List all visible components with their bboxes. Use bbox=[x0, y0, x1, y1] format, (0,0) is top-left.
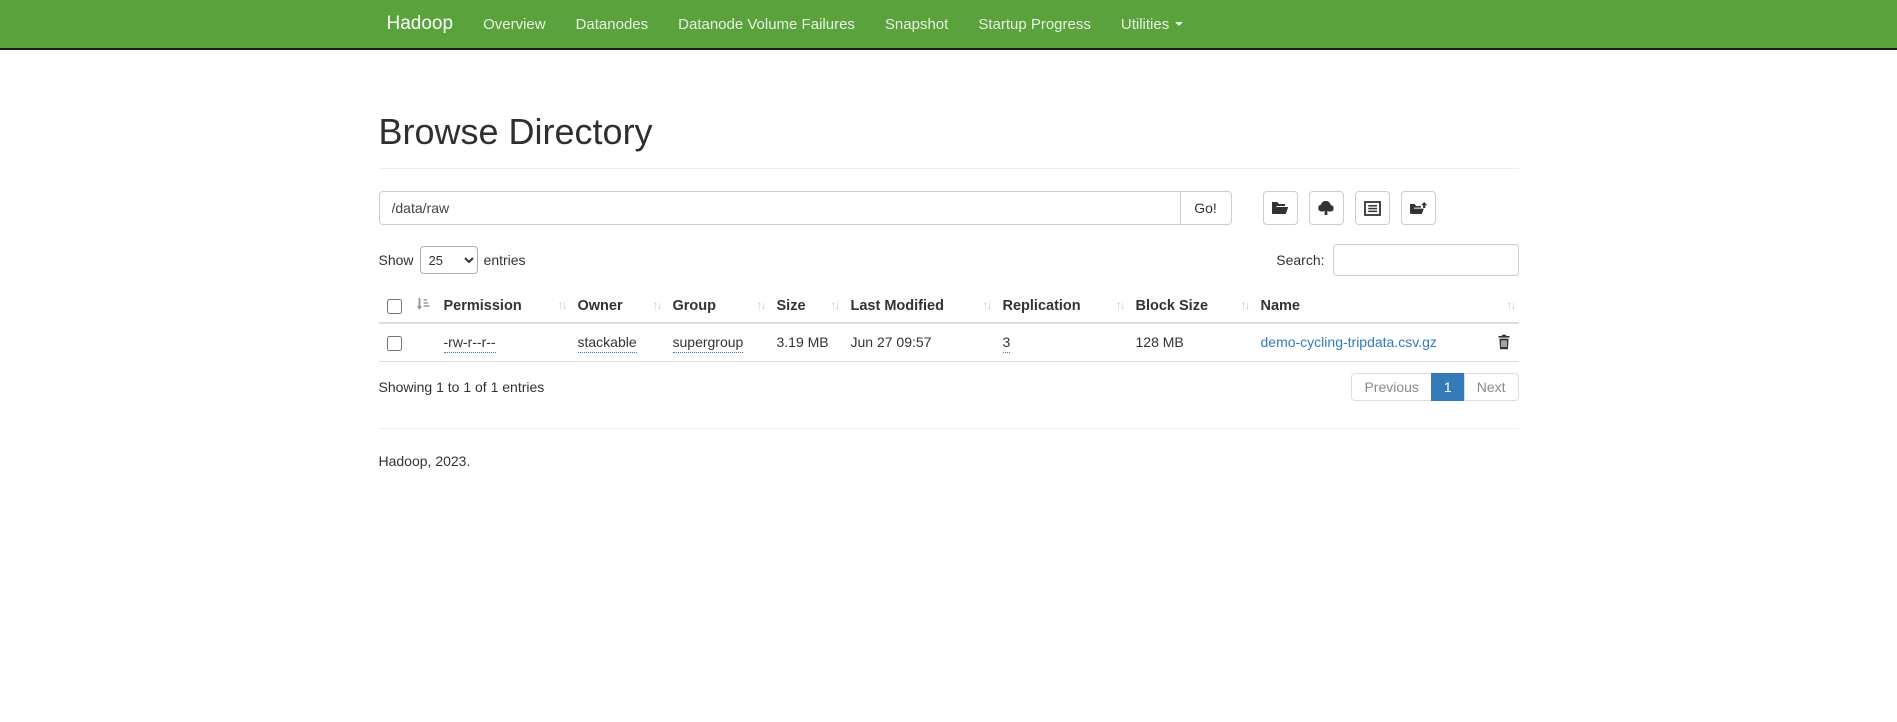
directory-path-group: Go! bbox=[379, 191, 1232, 225]
row-group-cell: supergroup bbox=[665, 323, 769, 361]
header-replication[interactable]: Replication bbox=[995, 290, 1128, 323]
entries-label: entries bbox=[484, 252, 526, 268]
nav-item-overview[interactable]: Overview bbox=[468, 0, 561, 48]
page-header: Browse Directory bbox=[379, 112, 1519, 169]
sort-both-icon bbox=[558, 298, 566, 312]
row-select-cell bbox=[379, 323, 436, 361]
trash-icon bbox=[1497, 338, 1511, 353]
row-owner-cell: stackable bbox=[570, 323, 665, 361]
group-editable[interactable]: supergroup bbox=[673, 334, 744, 353]
table-header-row: Permission Owner Group Size Last Modifie… bbox=[379, 290, 1519, 323]
pagination-page-1[interactable]: 1 bbox=[1432, 373, 1465, 401]
page-length-control: Show 25 entries bbox=[379, 246, 526, 274]
header-last-modified[interactable]: Last Modified bbox=[843, 290, 995, 323]
header-block-size[interactable]: Block Size bbox=[1128, 290, 1253, 323]
sort-both-icon bbox=[1241, 298, 1249, 312]
list-alt-icon bbox=[1364, 201, 1381, 216]
replication-editable[interactable]: 3 bbox=[1003, 334, 1011, 353]
table-info: Showing 1 to 1 of 1 entries bbox=[379, 379, 545, 395]
page-title: Browse Directory bbox=[379, 112, 1519, 152]
row-block-size-cell: 128 MB bbox=[1128, 323, 1253, 361]
header-group[interactable]: Group bbox=[665, 290, 769, 323]
row-permission-cell: -rw-r--r-- bbox=[436, 323, 570, 361]
header-select-all[interactable] bbox=[379, 290, 436, 323]
upload-files-button[interactable] bbox=[1309, 191, 1344, 225]
header-last-modified-label: Last Modified bbox=[851, 298, 944, 314]
header-name[interactable]: Name bbox=[1253, 290, 1519, 323]
header-owner-label: Owner bbox=[578, 298, 623, 314]
caret-down-icon bbox=[1175, 22, 1183, 26]
row-replication-cell: 3 bbox=[995, 323, 1128, 361]
delete-file-button[interactable] bbox=[1497, 334, 1511, 350]
file-link[interactable]: demo-cycling-tripdata.csv.gz bbox=[1261, 334, 1437, 350]
sort-amount-icon bbox=[415, 299, 430, 315]
page-length-select[interactable]: 25 bbox=[420, 246, 478, 274]
sort-both-icon bbox=[1116, 298, 1124, 312]
nav-item-startup-progress[interactable]: Startup Progress bbox=[963, 0, 1106, 48]
header-group-label: Group bbox=[673, 298, 717, 314]
footer-text: Hadoop, 2023. bbox=[379, 453, 1519, 529]
footer-divider bbox=[379, 428, 1519, 429]
header-permission[interactable]: Permission bbox=[436, 290, 570, 323]
folder-open-icon bbox=[1271, 201, 1289, 216]
nav-item-datanode-volume-failures[interactable]: Datanode Volume Failures bbox=[663, 0, 870, 48]
owner-editable[interactable]: stackable bbox=[578, 334, 637, 353]
search-label: Search: bbox=[1276, 252, 1324, 268]
nav-item-snapshot[interactable]: Snapshot bbox=[870, 0, 963, 48]
header-block-size-label: Block Size bbox=[1136, 298, 1209, 314]
row-size-cell: 3.19 MB bbox=[769, 323, 843, 361]
pagination: Previous 1 Next bbox=[1351, 373, 1518, 401]
top-navbar: Hadoop Overview Datanodes Datanode Volum… bbox=[0, 0, 1897, 50]
header-owner[interactable]: Owner bbox=[570, 290, 665, 323]
table-search-input[interactable] bbox=[1333, 244, 1519, 276]
go-button[interactable]: Go! bbox=[1181, 191, 1232, 225]
row-checkbox[interactable] bbox=[387, 336, 402, 351]
cloud-upload-icon bbox=[1317, 201, 1335, 216]
header-name-label: Name bbox=[1261, 298, 1301, 314]
navbar-menu: Overview Datanodes Datanode Volume Failu… bbox=[468, 0, 1198, 48]
sort-both-icon bbox=[653, 298, 661, 312]
sort-both-icon bbox=[983, 298, 991, 312]
pagination-next[interactable]: Next bbox=[1465, 373, 1519, 401]
header-permission-label: Permission bbox=[444, 298, 522, 314]
row-last-modified-cell: Jun 27 09:57 bbox=[843, 323, 995, 361]
row-name-cell: demo-cycling-tripdata.csv.gz bbox=[1253, 323, 1519, 361]
sort-both-icon bbox=[757, 298, 765, 312]
sort-both-icon bbox=[1507, 298, 1515, 312]
cut-paste-button[interactable] bbox=[1355, 191, 1390, 225]
header-size-label: Size bbox=[777, 298, 806, 314]
move-file-button[interactable] bbox=[1401, 191, 1436, 225]
header-size[interactable]: Size bbox=[769, 290, 843, 323]
directory-toolbar bbox=[1263, 191, 1447, 225]
brand-hadoop[interactable]: Hadoop bbox=[379, 0, 469, 48]
show-label: Show bbox=[379, 252, 414, 268]
select-all-checkbox[interactable] bbox=[387, 299, 402, 314]
folder-move-icon bbox=[1409, 201, 1428, 216]
table-row: -rw-r--r-- stackable supergroup 3.19 MB … bbox=[379, 323, 1519, 361]
directory-table: Permission Owner Group Size Last Modifie… bbox=[379, 290, 1519, 362]
nav-item-utilities-dropdown[interactable]: Utilities bbox=[1106, 0, 1198, 48]
sort-both-icon bbox=[831, 298, 839, 312]
table-search-control: Search: bbox=[1276, 244, 1518, 276]
nav-item-datanodes[interactable]: Datanodes bbox=[561, 0, 664, 48]
utilities-label: Utilities bbox=[1121, 16, 1169, 33]
create-directory-button[interactable] bbox=[1263, 191, 1298, 225]
permission-editable[interactable]: -rw-r--r-- bbox=[444, 334, 496, 353]
pagination-previous[interactable]: Previous bbox=[1351, 373, 1431, 401]
directory-path-input[interactable] bbox=[379, 191, 1181, 225]
header-replication-label: Replication bbox=[1003, 298, 1081, 314]
